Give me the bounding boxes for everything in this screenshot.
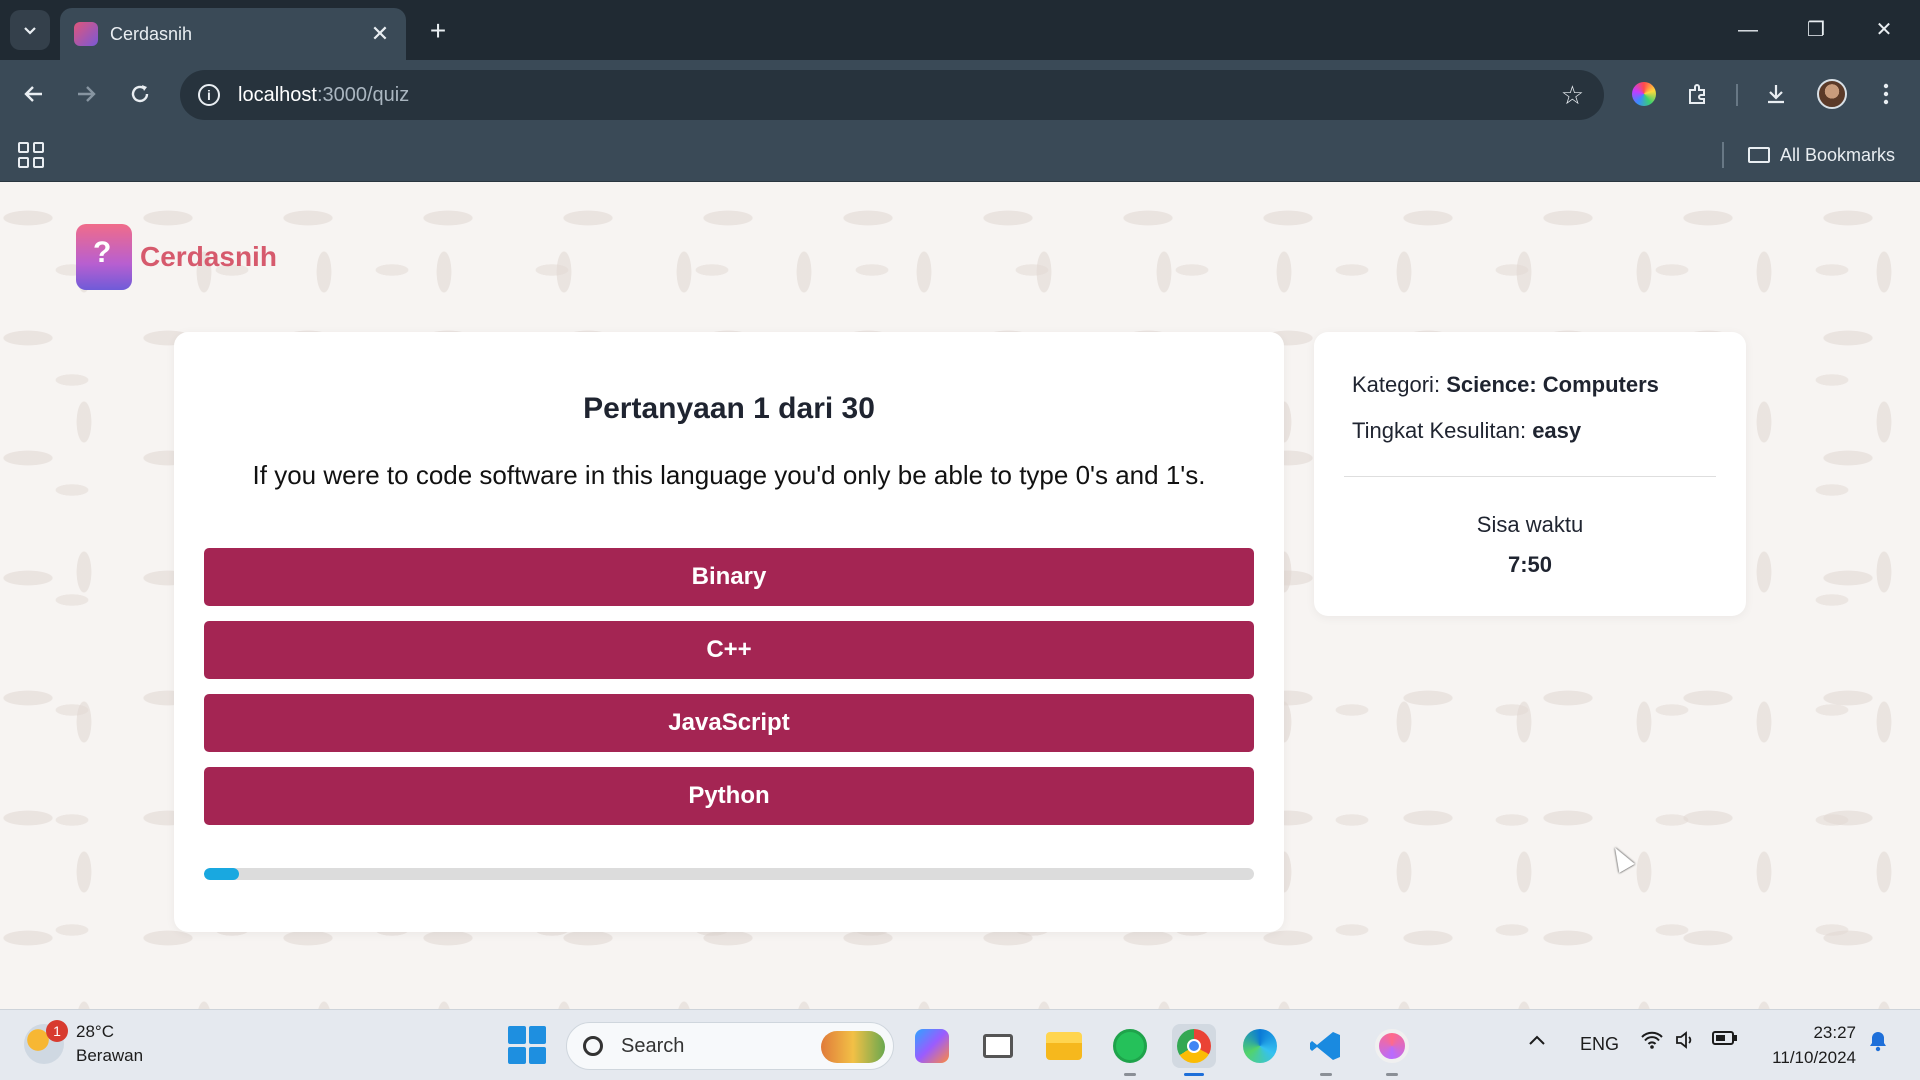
progress-bar-fill	[204, 868, 239, 880]
start-button[interactable]	[508, 1026, 546, 1064]
menu-button[interactable]	[1868, 76, 1904, 112]
clock-date: 11/10/2024	[1772, 1048, 1856, 1067]
forward-button[interactable]	[68, 76, 104, 112]
answer-button-cpp[interactable]: C++	[204, 621, 1254, 679]
downloads-button[interactable]	[1758, 76, 1794, 112]
difficulty-line: Tingkat Kesulitan: easy	[1352, 418, 1581, 444]
chrome-profile-icon[interactable]	[1370, 1024, 1414, 1076]
taskbar-search[interactable]: Search	[566, 1022, 894, 1070]
browser-tabstrip: Cerdasnih ✕ + — ❐ ✕	[0, 0, 1920, 60]
restore-button[interactable]: ❐	[1792, 12, 1840, 48]
browser-tab[interactable]: Cerdasnih ✕	[60, 8, 406, 60]
wifi-icon[interactable]	[1640, 1030, 1664, 1055]
search-icon	[583, 1036, 603, 1056]
task-view-icon[interactable]	[976, 1024, 1020, 1068]
partly-cloudy-icon: 1	[24, 1020, 68, 1064]
answer-button-binary[interactable]: Binary	[204, 548, 1254, 606]
category-line: Kategori: Science: Computers	[1352, 372, 1659, 398]
minimize-button[interactable]: —	[1724, 12, 1772, 48]
search-highlight-icon	[821, 1031, 885, 1063]
app-running-indicator	[1320, 1073, 1332, 1076]
system-clock[interactable]: 23:27 11/10/2024	[1760, 1020, 1856, 1070]
chrome-icon[interactable]	[1172, 1024, 1216, 1076]
mouse-cursor-icon	[1607, 843, 1635, 873]
puzzle-icon	[1689, 84, 1705, 104]
close-tab-icon[interactable]: ✕	[368, 21, 392, 47]
clock-time: 23:27	[1813, 1023, 1856, 1042]
answer-button-javascript[interactable]: JavaScript	[204, 694, 1254, 752]
logo-text: Cerdasnih	[140, 241, 277, 272]
favicon-icon	[74, 22, 98, 46]
download-icon	[1768, 85, 1784, 104]
all-bookmarks-label: All Bookmarks	[1780, 144, 1896, 165]
language-indicator[interactable]: ENG	[1580, 1034, 1619, 1055]
tab-title: Cerdasnih	[110, 23, 193, 44]
close-window-button[interactable]: ✕	[1860, 12, 1908, 48]
volume-icon[interactable]	[1674, 1030, 1698, 1055]
timer-label: Sisa waktu	[1476, 512, 1584, 537]
avatar	[1817, 79, 1847, 109]
weather-desc: Berawan	[76, 1046, 144, 1065]
edge-icon[interactable]	[1238, 1024, 1282, 1068]
answer-button-python[interactable]: Python	[204, 767, 1254, 825]
vscode-icon[interactable]	[1304, 1024, 1348, 1076]
weather-widget[interactable]: 1 28°C Berawan	[24, 1020, 143, 1068]
copilot-app-icon[interactable]	[910, 1024, 954, 1068]
chevron-down-icon	[24, 27, 36, 35]
app-running-indicator	[1124, 1073, 1136, 1076]
tab-search-button[interactable]	[10, 10, 50, 50]
url-path: :3000/quiz	[316, 83, 410, 106]
brain-logo-icon	[76, 224, 132, 290]
whatsapp-icon[interactable]	[1108, 1024, 1152, 1076]
battery-icon[interactable]	[1712, 1030, 1738, 1051]
forward-arrow-icon	[78, 86, 96, 102]
color-extension-icon[interactable]	[1626, 76, 1662, 112]
apps-grid-icon[interactable]	[18, 142, 44, 168]
color-wheel-icon	[1632, 82, 1656, 106]
folder-icon	[1748, 147, 1770, 163]
difficulty-label: Tingkat Kesulitan:	[1352, 418, 1527, 443]
progress-bar	[204, 868, 1254, 880]
new-tab-button[interactable]: +	[420, 14, 456, 50]
profile-button[interactable]	[1814, 76, 1850, 112]
reload-button[interactable]	[122, 76, 158, 112]
windows-taskbar: 1 28°C Berawan Search ENG 23:27 11/10/20…	[0, 1009, 1920, 1080]
app-active-indicator	[1184, 1073, 1204, 1076]
notification-bell-icon[interactable]	[1868, 1030, 1888, 1057]
question-counter: Pertanyaan 1 dari 30	[583, 392, 875, 425]
bookmarks-bar: All Bookmarks	[0, 128, 1920, 182]
file-explorer-icon[interactable]	[1042, 1024, 1086, 1068]
quiz-card: Pertanyaan 1 dari 30 If you were to code…	[174, 332, 1284, 932]
bookmark-star-icon[interactable]: ☆	[1561, 80, 1584, 111]
quiz-info-card: Kategori: Science: Computers Tingkat Kes…	[1314, 332, 1746, 616]
weather-temp: 28°C	[76, 1022, 114, 1041]
weather-badge: 1	[46, 1020, 68, 1042]
tray-overflow-icon[interactable]	[1528, 1030, 1546, 1051]
timer-value: 7:50	[1507, 552, 1553, 577]
back-button[interactable]	[16, 76, 52, 112]
browser-toolbar: i localhost:3000/quiz ☆	[0, 60, 1920, 128]
category-label: Kategori:	[1352, 372, 1441, 397]
search-label: Search	[621, 1034, 685, 1057]
category-value: Science: Computers	[1446, 372, 1659, 397]
url-host: localhost	[238, 83, 317, 106]
address-bar[interactable]: i localhost:3000/quiz ☆	[180, 70, 1604, 120]
app-running-indicator	[1386, 1073, 1398, 1076]
question-text: If you were to code software in this lan…	[252, 460, 1206, 490]
extensions-icon[interactable]	[1680, 76, 1716, 112]
bookmarks-divider	[1722, 142, 1724, 168]
back-arrow-icon	[24, 86, 42, 102]
app-logo[interactable]: Cerdasnih	[76, 224, 277, 290]
kebab-menu-icon	[1883, 83, 1889, 105]
difficulty-value: easy	[1532, 418, 1582, 443]
reload-icon	[131, 85, 149, 103]
info-divider	[1344, 476, 1716, 477]
all-bookmarks-button[interactable]: All Bookmarks	[1748, 140, 1895, 170]
toolbar-divider	[1736, 84, 1738, 106]
quiz-page: Cerdasnih Pertanyaan 1 dari 30 If you we…	[0, 182, 1920, 1009]
site-info-icon[interactable]: i	[198, 84, 220, 106]
